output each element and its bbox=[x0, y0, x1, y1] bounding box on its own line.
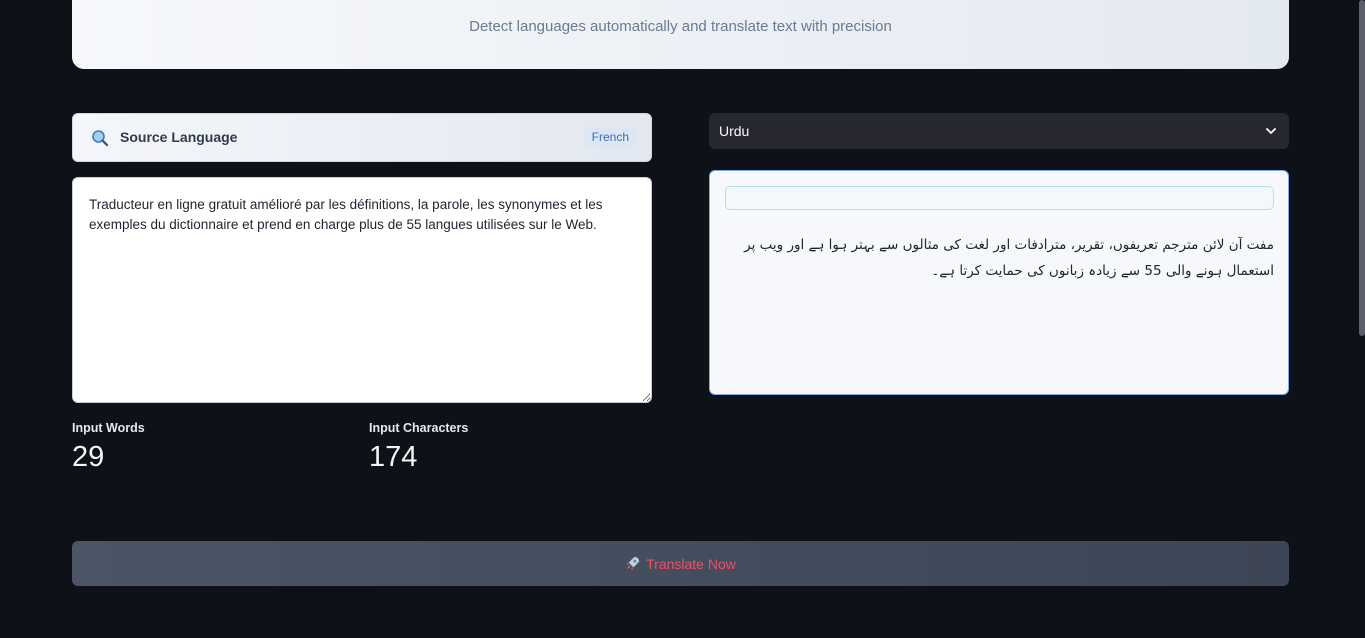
translate-button-content: Translate Now bbox=[72, 556, 1289, 572]
source-text-input[interactable] bbox=[72, 177, 652, 403]
translation-output-panel: مفت آن لائن مترجم تعریفوں، تقریر، مترادف… bbox=[709, 170, 1289, 395]
input-characters-value: 174 bbox=[369, 441, 418, 473]
chevron-down-icon bbox=[1266, 128, 1276, 134]
rocket-icon bbox=[626, 556, 640, 570]
input-words-label: Input Words bbox=[72, 421, 145, 435]
target-language-value: Urdu bbox=[719, 123, 750, 139]
header-banner: Detect languages automatically and trans… bbox=[72, 0, 1289, 69]
page-scrollbar[interactable] bbox=[1359, 0, 1365, 336]
header-subtitle: Detect languages automatically and trans… bbox=[469, 18, 892, 35]
source-language-card: Source Language French bbox=[72, 113, 652, 162]
input-words-metric: Input Words 29 bbox=[72, 421, 145, 474]
detected-language-badge: French bbox=[583, 127, 637, 147]
translate-now-button[interactable]: Translate Now bbox=[72, 541, 1289, 586]
magnifier-icon bbox=[92, 130, 109, 147]
translation-output-text: مفت آن لائن مترجم تعریفوں، تقریر، مترادف… bbox=[744, 237, 1274, 279]
translate-button-label: Translate Now bbox=[646, 555, 736, 572]
input-words-value: 29 bbox=[72, 441, 105, 473]
input-characters-label: Input Characters bbox=[369, 421, 469, 435]
source-language-label: Source Language bbox=[120, 129, 238, 145]
input-characters-metric: Input Characters 174 bbox=[369, 421, 468, 474]
app-page: Detect languages automatically and trans… bbox=[0, 0, 1365, 638]
target-language-select[interactable]: Urdu bbox=[709, 113, 1289, 149]
translation-header-field bbox=[725, 186, 1274, 210]
